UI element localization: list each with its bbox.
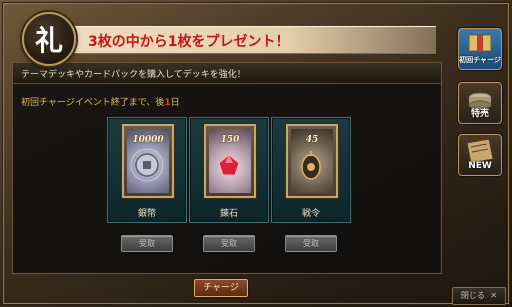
reward-amount: 150 <box>220 135 240 145</box>
side-label: NEW <box>468 161 492 171</box>
event-prefix: 初回チャージイベント終了まで、後 <box>21 98 165 108</box>
side-button-first-charge[interactable]: 初回チャージ <box>458 28 502 70</box>
side-button-new[interactable]: NEW <box>458 134 502 176</box>
receive-button-silver[interactable]: 受取 <box>121 235 173 252</box>
receive-button-order[interactable]: 受取 <box>285 235 337 252</box>
close-label: 閉じる <box>460 291 485 300</box>
reward-amount: 10000 <box>132 135 164 145</box>
side-button-special-sale[interactable]: 特売 <box>458 82 502 124</box>
title-bar: 3枚の中から1枚をプレゼント！ <box>60 26 436 54</box>
description-text: テーマデッキやカードパックを購入してデッキを強化！ <box>21 70 246 80</box>
reward-card: 45 <box>286 124 338 198</box>
event-suffix: 日 <box>170 98 180 108</box>
reward-slot-silver[interactable]: 10000 銀幣 <box>107 117 187 223</box>
close-x-icon: ✕ <box>490 291 498 300</box>
reward-label: 銀幣 <box>137 209 156 219</box>
reward-label: 戦令 <box>301 209 320 219</box>
receive-button-stone[interactable]: 受取 <box>203 235 255 252</box>
title-text: 3枚の中から1枚をプレゼント！ <box>88 34 290 50</box>
reward-slot-stone[interactable]: 150 錬石 <box>189 117 269 223</box>
charge-button[interactable]: チャージ <box>194 279 248 297</box>
side-label: 初回チャージ <box>459 56 501 64</box>
description-bar: テーマデッキやカードパックを購入してデッキを強化！ <box>13 63 441 84</box>
reward-label: 錬石 <box>219 209 238 219</box>
event-countdown: 初回チャージイベント終了まで、後1日 <box>21 95 180 108</box>
main-panel: テーマデッキやカードパックを購入してデッキを強化！ 初回チャージイベント終了まで… <box>12 62 442 274</box>
side-label: 特売 <box>470 109 489 119</box>
seal-char: 礼 <box>34 24 63 57</box>
reward-card: 10000 <box>122 124 174 198</box>
close-button[interactable]: 閉じる ✕ <box>452 287 506 305</box>
gift-seal-icon: 礼 <box>22 12 76 66</box>
reward-card: 150 <box>204 124 256 198</box>
reward-slot-order[interactable]: 45 戦令 <box>271 117 351 223</box>
reward-amount: 45 <box>305 135 319 145</box>
